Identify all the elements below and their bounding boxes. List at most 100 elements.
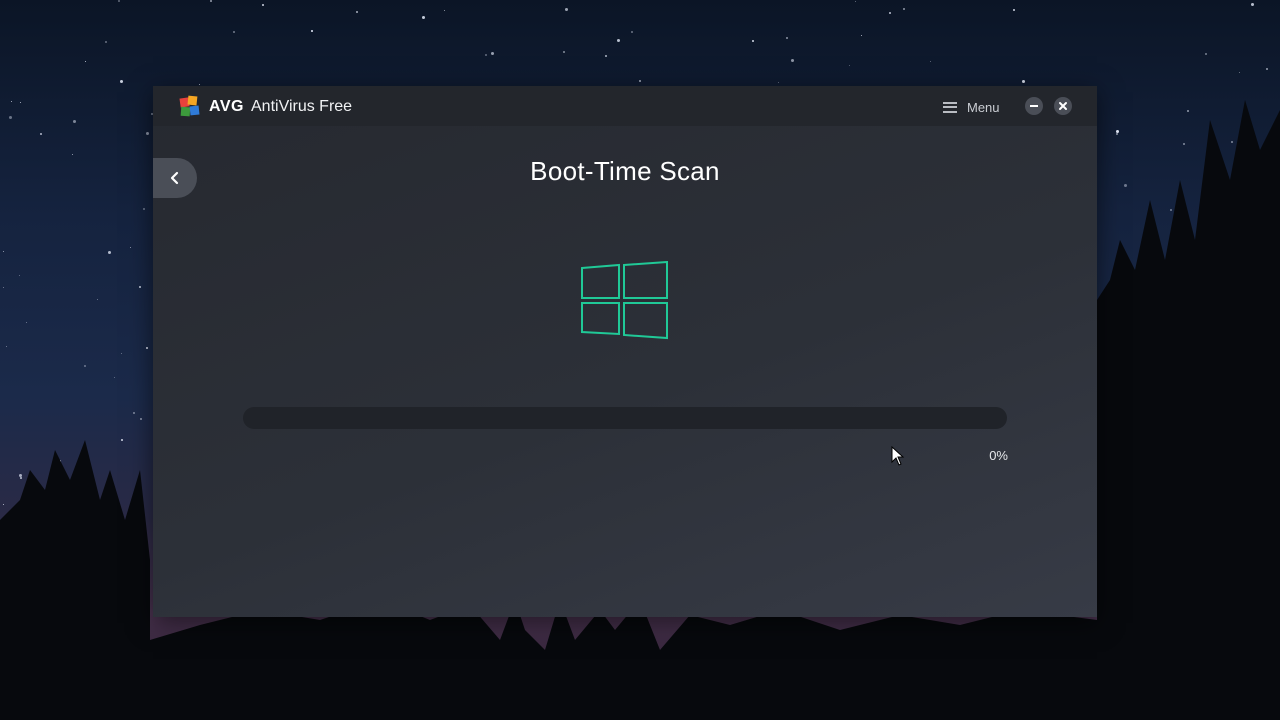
brand-text: AVG (209, 98, 244, 115)
star (59, 460, 61, 462)
star (1266, 68, 1268, 70)
star (85, 61, 86, 62)
star (1124, 581, 1125, 582)
star (1099, 448, 1100, 449)
star (20, 477, 22, 479)
star (1124, 184, 1127, 187)
menu-button[interactable]: Menu (943, 96, 1000, 118)
star (1208, 481, 1210, 483)
star (84, 365, 86, 367)
star (491, 52, 494, 55)
star (1235, 531, 1237, 533)
star (105, 41, 107, 43)
star (43, 499, 45, 501)
star (1212, 357, 1215, 360)
avg-logo-icon (179, 95, 200, 117)
title-bar: AVG AntiVirus Free Menu (153, 86, 1097, 126)
star (130, 247, 131, 248)
product-name: AntiVirus Free (251, 98, 353, 115)
star (1159, 249, 1161, 251)
star (1187, 110, 1189, 112)
star (1183, 143, 1185, 145)
star (118, 0, 120, 2)
star (791, 59, 794, 62)
minimize-icon (1030, 105, 1038, 107)
star (1143, 588, 1145, 590)
star (1178, 452, 1180, 454)
star (752, 40, 754, 42)
star (639, 80, 641, 82)
star (1242, 171, 1245, 174)
star (140, 418, 142, 420)
star (1013, 9, 1015, 11)
star (139, 286, 141, 288)
star (210, 0, 212, 2)
star (1248, 590, 1250, 592)
star (1251, 549, 1254, 552)
star (861, 35, 862, 36)
star (1160, 359, 1161, 360)
star (356, 11, 358, 13)
star (855, 1, 856, 2)
star (1161, 451, 1164, 454)
star (199, 84, 200, 85)
star (849, 65, 850, 66)
star (422, 16, 425, 19)
star (121, 353, 122, 354)
star (120, 80, 123, 83)
hamburger-icon (943, 101, 957, 113)
star (106, 495, 109, 498)
star (485, 54, 487, 56)
star (11, 101, 12, 102)
star (631, 31, 633, 33)
star (930, 61, 931, 62)
star (605, 55, 607, 57)
star (444, 10, 445, 11)
star (1022, 80, 1025, 83)
star (72, 154, 73, 155)
star (1110, 392, 1113, 395)
star (1259, 267, 1260, 268)
page-title: Boot-Time Scan (530, 156, 720, 186)
star (19, 474, 22, 477)
star (9, 116, 12, 119)
star (114, 377, 115, 378)
star (27, 575, 29, 577)
star (786, 37, 788, 39)
star (3, 251, 4, 252)
windows-logo-icon (581, 261, 668, 340)
close-icon (1059, 102, 1067, 110)
star (1231, 141, 1233, 143)
star (1205, 53, 1207, 55)
star (133, 412, 135, 414)
star (1170, 209, 1172, 211)
star (6, 346, 7, 347)
star (3, 287, 4, 288)
star (1259, 199, 1261, 201)
star (1157, 414, 1159, 416)
star (3, 504, 4, 505)
progress-percent: 0% (989, 448, 1008, 463)
star (40, 133, 42, 135)
star (889, 12, 891, 14)
scan-progress-bar (243, 407, 1007, 429)
minimize-button[interactable] (1025, 97, 1043, 115)
star (121, 439, 123, 441)
close-button[interactable] (1054, 97, 1072, 115)
star (563, 51, 565, 53)
star (26, 322, 27, 323)
star (1251, 3, 1254, 6)
star (1259, 390, 1260, 391)
avg-app-window: AVG AntiVirus Free Menu Boot-Time Scan 0… (153, 86, 1097, 617)
star (73, 120, 76, 123)
menu-label: Menu (967, 99, 1000, 115)
star (1116, 133, 1118, 135)
star (1250, 373, 1252, 375)
star (778, 82, 779, 83)
star (143, 208, 145, 210)
star (146, 132, 149, 135)
star (97, 299, 98, 300)
star (617, 39, 620, 42)
star (108, 251, 111, 254)
star (20, 102, 21, 103)
